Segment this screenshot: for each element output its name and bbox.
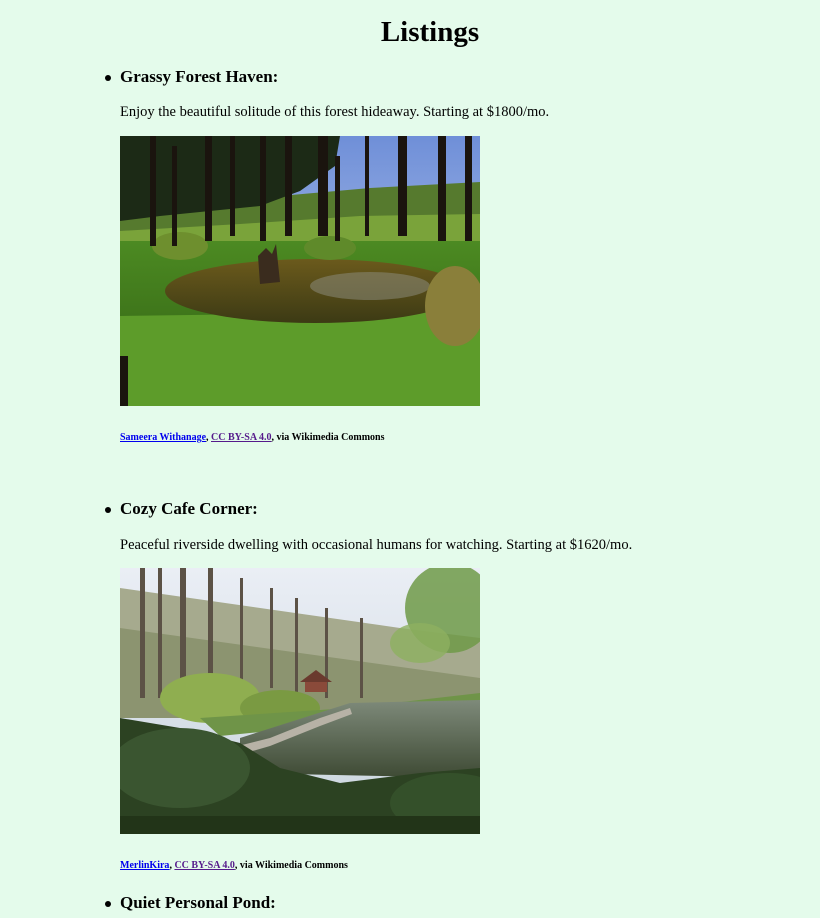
credit-license-link[interactable]: CC BY-SA 4.0 bbox=[174, 860, 234, 871]
listing-description: Peaceful riverside dwelling with occasio… bbox=[120, 537, 633, 553]
bullet-icon bbox=[105, 75, 111, 81]
listing-title: Grassy Forest Haven: bbox=[120, 67, 279, 86]
bullet-icon bbox=[105, 507, 111, 513]
listing-photo bbox=[120, 568, 480, 834]
credit-suffix: , via Wikimedia Commons bbox=[271, 432, 385, 443]
listing-photo bbox=[120, 136, 480, 406]
credit-suffix: , via Wikimedia Commons bbox=[234, 860, 348, 871]
listing-title: Quiet Personal Pond: bbox=[120, 893, 276, 912]
page-title: Listings bbox=[380, 16, 480, 48]
listing-description: Enjoy the beautiful solitude of this for… bbox=[120, 104, 550, 120]
listing-title: Cozy Cafe Corner: bbox=[120, 499, 258, 518]
bullet-icon bbox=[105, 901, 111, 907]
photo-credit: MerlinKira, CC BY-SA 4.0, via Wikimedia … bbox=[120, 860, 348, 872]
credit-author-link[interactable]: Sameera Withanage bbox=[120, 432, 206, 443]
credit-author-link[interactable]: MerlinKira bbox=[120, 860, 169, 871]
credit-license-link[interactable]: CC BY-SA 4.0 bbox=[211, 432, 271, 443]
photo-credit: Sameera Withanage, CC BY-SA 4.0, via Wik… bbox=[120, 432, 384, 444]
